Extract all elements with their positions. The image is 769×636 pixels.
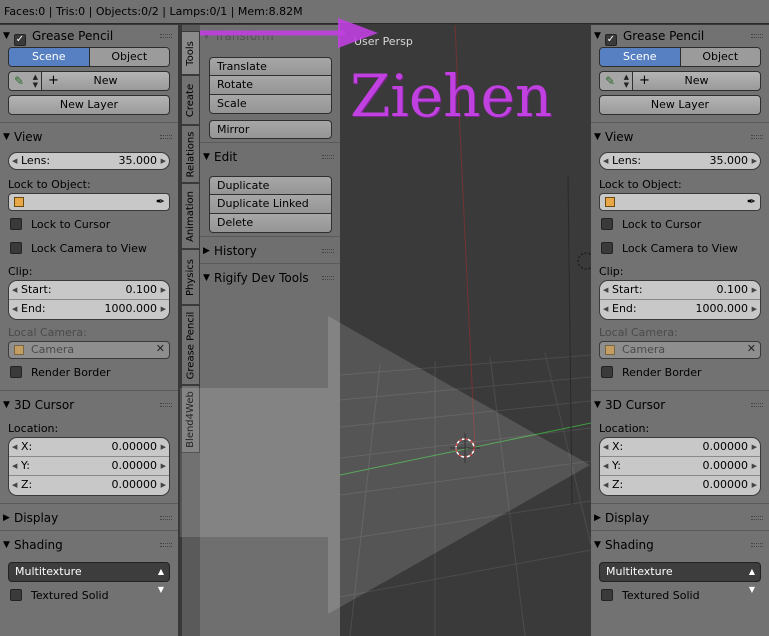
annotation-arrow-icon: [200, 18, 378, 48]
annotation-label: Ziehen: [350, 62, 553, 130]
drag-direction-arrow-icon: [180, 316, 590, 614]
